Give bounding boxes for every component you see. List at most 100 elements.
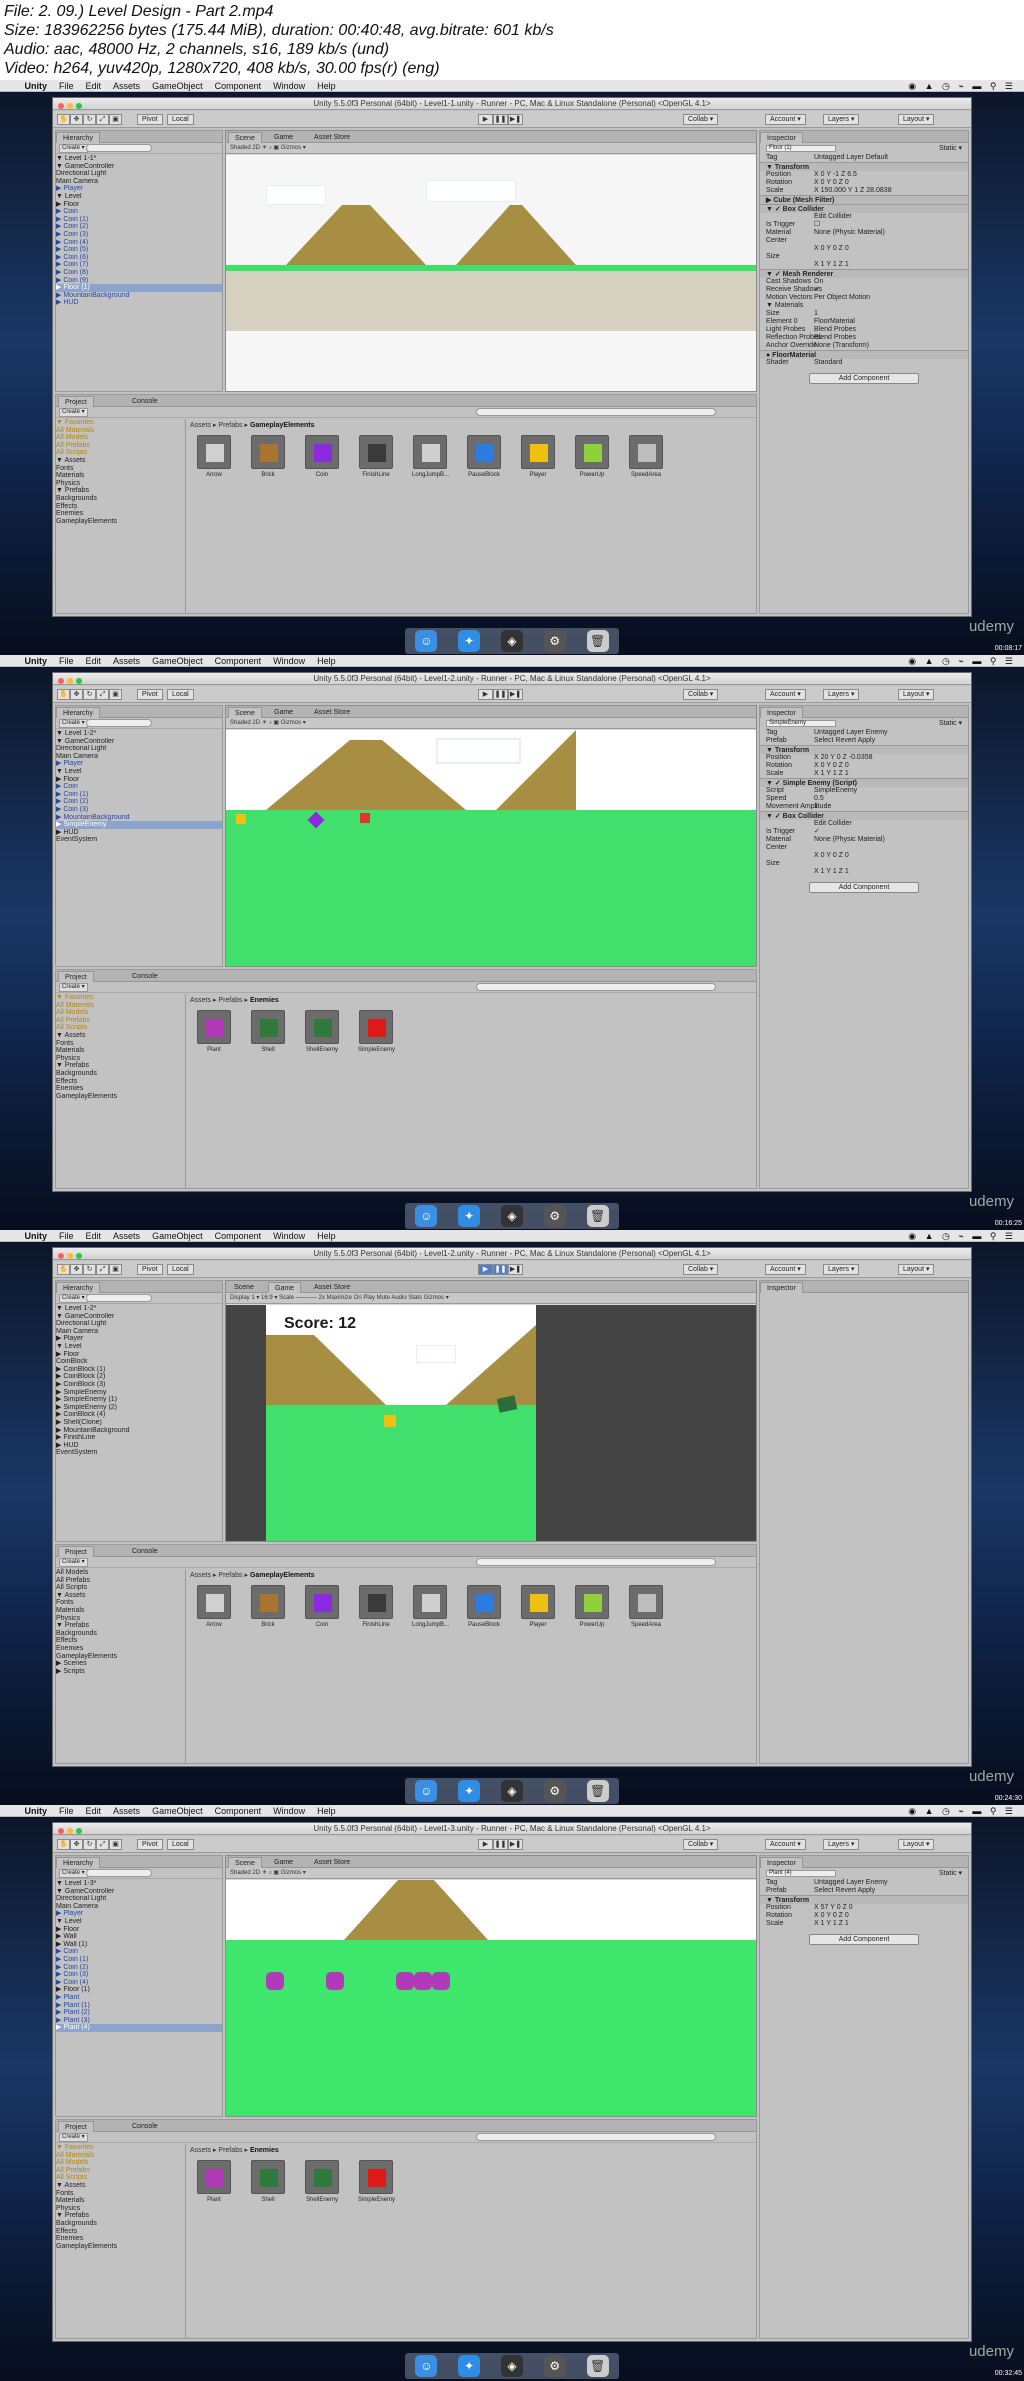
menu-item[interactable]: Component bbox=[215, 1805, 262, 1817]
field-value[interactable]: X 1 Y 1 Z 1 bbox=[814, 770, 849, 777]
hierarchy-item[interactable]: Directional Light bbox=[56, 1895, 222, 1903]
project-tree-item[interactable]: GameplayElements bbox=[56, 1653, 185, 1661]
field-value[interactable]: X 0 Y 0 Z 0 bbox=[814, 852, 849, 859]
transform-tools[interactable]: ✋ ✥ ↻ ⤢ ▣ bbox=[57, 1264, 122, 1275]
hierarchy-item[interactable]: ▶ Plant (2) bbox=[56, 2009, 222, 2017]
project-tree-item[interactable]: Effects bbox=[56, 2228, 185, 2236]
object-name-field[interactable]: Floor (1) bbox=[766, 144, 836, 152]
asset-tile[interactable]: ShellEnemy bbox=[304, 1010, 340, 1053]
hierarchy-item[interactable]: ▶ CoinBlock (2) bbox=[56, 1373, 222, 1381]
hierarchy-item[interactable]: ▶ HUD bbox=[56, 1442, 222, 1450]
tab-inspector[interactable]: Inspector bbox=[760, 1282, 803, 1293]
project-tree-item[interactable]: ▼ Favorites bbox=[56, 2144, 185, 2152]
project-tree-item[interactable]: Materials bbox=[56, 472, 185, 480]
menu-item[interactable]: Help bbox=[317, 655, 336, 667]
field-value[interactable]: On bbox=[814, 278, 823, 285]
asset-tile[interactable]: SimpleEnemy bbox=[358, 1010, 395, 1053]
project-tree-item[interactable]: Fonts bbox=[56, 1599, 185, 1607]
hierarchy-item[interactable]: ▶ FinishLine bbox=[56, 1434, 222, 1442]
layers-button[interactable]: Layers ▾ bbox=[823, 1264, 860, 1275]
hierarchy-item[interactable]: ▶ Coin (6) bbox=[56, 254, 222, 262]
project-tree-item[interactable]: Physics bbox=[56, 1055, 185, 1063]
transform-tools[interactable]: ✋ ✥ ↻ ⤢ ▣ bbox=[57, 114, 122, 125]
field-value[interactable]: Untagged Layer Default bbox=[814, 154, 888, 161]
hierarchy-item[interactable]: Main Camera bbox=[56, 1903, 222, 1911]
pivot-button[interactable]: Pivot bbox=[137, 1264, 163, 1275]
tab-game[interactable]: Game bbox=[268, 707, 299, 718]
asset-tile[interactable]: Plant bbox=[196, 2160, 232, 2203]
hierarchy-item[interactable]: ▶ Coin (3) bbox=[56, 231, 222, 239]
collab-button[interactable]: Collab ▾ bbox=[683, 689, 719, 700]
project-tree-item[interactable]: GameplayElements bbox=[56, 2243, 185, 2251]
component-header[interactable]: ▶ Cube (Mesh Filter) bbox=[760, 195, 968, 204]
hierarchy-item[interactable]: ▶ Floor bbox=[56, 1926, 222, 1934]
hierarchy-item[interactable]: CoinBlock bbox=[56, 1358, 222, 1366]
hierarchy-item[interactable]: ▶ MountainBackground bbox=[56, 1427, 222, 1435]
project-tree-item[interactable]: All Scripts bbox=[56, 2174, 185, 2182]
menu-item[interactable]: File bbox=[59, 655, 74, 667]
viewport[interactable] bbox=[226, 730, 756, 966]
asset-tile[interactable]: PauseBlock bbox=[466, 435, 502, 478]
search-input[interactable] bbox=[86, 144, 153, 152]
breadcrumb-current[interactable]: GameplayElements bbox=[250, 1572, 315, 1579]
menu-item[interactable]: GameObject bbox=[152, 80, 203, 92]
hierarchy-item[interactable]: ▼ Level 1-1* bbox=[56, 155, 222, 163]
pivot-button[interactable]: Pivot bbox=[137, 689, 163, 700]
project-tree-item[interactable]: ▼ Prefabs bbox=[56, 2212, 185, 2220]
project-tree-item[interactable]: All Models bbox=[56, 1009, 185, 1017]
project-tree-item[interactable]: All Scripts bbox=[56, 1584, 185, 1592]
static-toggle[interactable]: Static ▾ bbox=[939, 1868, 962, 1879]
project-tree-item[interactable]: Effects bbox=[56, 1078, 185, 1086]
tab-project[interactable]: Project bbox=[58, 1546, 94, 1557]
hierarchy-item[interactable]: Directional Light bbox=[56, 170, 222, 178]
create-button[interactable]: Create ▾ bbox=[59, 1558, 88, 1567]
hierarchy-item[interactable]: ▼ GameController bbox=[56, 163, 222, 171]
tab-project[interactable]: Project bbox=[58, 971, 94, 982]
layers-button[interactable]: Layers ▾ bbox=[823, 689, 860, 700]
asset-tile[interactable]: Plant bbox=[196, 1010, 232, 1053]
component-header[interactable]: ▼ Transform bbox=[760, 1895, 968, 1904]
unity-icon[interactable]: ◈ bbox=[500, 1205, 523, 1227]
hierarchy-item[interactable]: ▶ SimpleEnemy bbox=[56, 1389, 222, 1397]
field-value[interactable]: Blend Probes bbox=[814, 334, 856, 341]
layers-button[interactable]: Layers ▾ bbox=[823, 1839, 860, 1850]
field-value[interactable]: 0.5 bbox=[814, 795, 824, 802]
asset-tile[interactable]: FinishLine bbox=[358, 435, 394, 478]
component-header[interactable]: ▼ ✓ Box Collider bbox=[760, 811, 968, 820]
field-value[interactable]: X 1 Y 1 Z 1 bbox=[814, 1920, 849, 1927]
field-value[interactable]: FloorMaterial bbox=[814, 318, 855, 325]
object-name-field[interactable]: Plant (4) bbox=[766, 1869, 836, 1877]
project-tree-item[interactable]: Backgrounds bbox=[56, 2220, 185, 2228]
tab-scene[interactable]: Scene bbox=[228, 1282, 260, 1293]
project-tree-item[interactable]: GameplayElements bbox=[56, 1093, 185, 1101]
menu-item[interactable]: Help bbox=[317, 1230, 336, 1242]
transform-tools[interactable]: ✋ ✥ ↻ ⤢ ▣ bbox=[57, 689, 122, 700]
project-tree-item[interactable]: All Prefabs bbox=[56, 1577, 185, 1585]
menu-item[interactable]: Edit bbox=[86, 1805, 102, 1817]
component-header[interactable]: ▼ Transform bbox=[760, 162, 968, 171]
hierarchy-item[interactable]: ▶ Plant (4) bbox=[56, 2024, 222, 2032]
menu-item[interactable]: GameObject bbox=[152, 1230, 203, 1242]
field-value[interactable]: Untagged Layer Enemy bbox=[814, 729, 888, 736]
field-value[interactable]: X 1 Y 1 Z 1 bbox=[814, 261, 849, 268]
menu-item[interactable]: Help bbox=[317, 80, 336, 92]
hierarchy-item[interactable]: ▶ Coin bbox=[56, 208, 222, 216]
asset-tile[interactable]: PauseBlock bbox=[466, 1585, 502, 1628]
field-value[interactable]: X 0 Y 0 Z 0 bbox=[814, 762, 849, 769]
field-value[interactable]: Standard bbox=[814, 359, 842, 366]
tab-project[interactable]: Project bbox=[58, 2121, 94, 2132]
menu-item[interactable]: GameObject bbox=[152, 655, 203, 667]
safari-icon[interactable]: ✦ bbox=[458, 1205, 481, 1227]
breadcrumb-current[interactable]: Enemies bbox=[250, 2147, 279, 2154]
project-tree-item[interactable]: ▼ Assets bbox=[56, 1592, 185, 1600]
field-value[interactable]: X 57 Y 0 Z 0 bbox=[814, 1904, 853, 1911]
account-button[interactable]: Account ▾ bbox=[765, 1264, 806, 1275]
menu-item[interactable]: Window bbox=[273, 80, 305, 92]
monodevelop-icon[interactable]: ⚙ bbox=[543, 630, 566, 652]
asset-tile[interactable]: SimpleEnemy bbox=[358, 2160, 395, 2203]
app-menu[interactable]: Unity bbox=[25, 1805, 48, 1817]
account-button[interactable]: Account ▾ bbox=[765, 1839, 806, 1850]
add-component-button[interactable]: Add Component bbox=[809, 1934, 919, 1945]
menu-item[interactable]: File bbox=[59, 1230, 74, 1242]
viewport[interactable] bbox=[226, 1880, 756, 2116]
